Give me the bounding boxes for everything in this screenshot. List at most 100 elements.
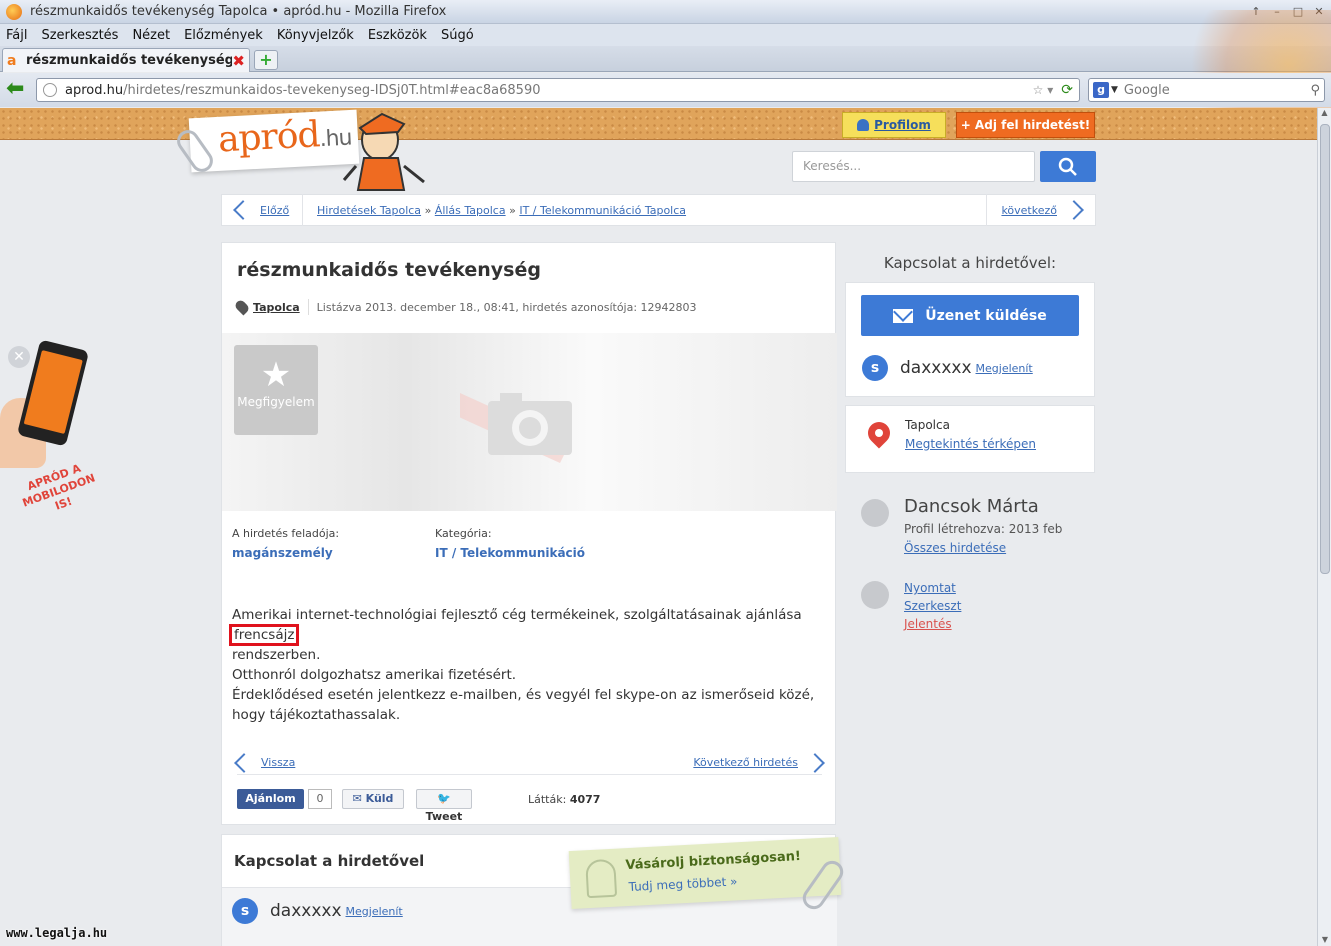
location-city: Tapolca: [905, 418, 950, 432]
category-value[interactable]: IT / Telekommunikáció: [435, 546, 585, 560]
page-scrollbar[interactable]: ▲ ▼: [1317, 108, 1331, 946]
site-search-button[interactable]: [1040, 151, 1096, 182]
facebook-like-button[interactable]: Ajánlom: [237, 789, 304, 809]
breadcrumb-item-jobs-tapolca[interactable]: Állás Tapolca: [435, 204, 506, 217]
flag-icon: [861, 581, 889, 609]
next-label: következő: [1001, 203, 1057, 217]
breadcrumb-item-ads-tapolca[interactable]: Hirdetések Tapolca: [317, 204, 421, 217]
highlighted-word: frencsájz: [228, 624, 300, 646]
desc-part1: Amerikai internet-technológiai fejlesztő…: [232, 607, 802, 623]
breadcrumb-item-it-telecom[interactable]: IT / Telekommunikáció Tapolca: [519, 204, 686, 217]
next-ad-link[interactable]: következő: [987, 200, 1095, 220]
skype-handle: daxxxxx: [900, 358, 972, 378]
skype-row: s daxxxxx Megjelenít: [232, 898, 403, 924]
breadcrumb-bar: Előző Hirdetések Tapolca » Állás Tapolca…: [221, 194, 1096, 226]
learn-more-link[interactable]: Tudj meg többet »: [628, 874, 738, 894]
search-icon[interactable]: ⚲: [1310, 83, 1320, 98]
breadcrumb-separator: »: [509, 203, 516, 217]
like-count: 0: [308, 789, 332, 809]
browser-search-input[interactable]: Google: [1124, 83, 1311, 98]
skype-row: s daxxxxx Megjelenít: [862, 355, 1033, 381]
menu-view[interactable]: Nézet: [132, 28, 170, 43]
print-link[interactable]: Nyomtat: [904, 581, 956, 595]
desc-line2: Otthonról dolgozhatsz amerikai fizetésér…: [232, 667, 517, 683]
next-ad-link[interactable]: Következő hirdetés: [693, 756, 798, 769]
watermark: www.legalja.hu: [6, 926, 108, 940]
close-icon[interactable]: ✕: [8, 346, 30, 368]
menu-file[interactable]: Fájl: [6, 28, 27, 43]
site-search-input[interactable]: Keresés...: [792, 151, 1035, 182]
report-link[interactable]: Jelentés: [904, 617, 952, 631]
map-pin-icon: [863, 417, 895, 449]
envelope-icon: [893, 308, 914, 323]
menu-tools[interactable]: Eszközök: [368, 28, 427, 43]
safe-person-icon: [585, 858, 618, 899]
contact-box: Üzenet küldése s daxxxxx Megjelenít: [845, 282, 1095, 397]
browser-search-bar[interactable]: g ▼ Google ⚲: [1088, 78, 1325, 102]
tweet-label: Tweet: [425, 810, 463, 823]
tweet-button[interactable]: 🐦 Tweet: [416, 789, 472, 823]
window-maximize-button[interactable]: □: [1289, 4, 1307, 20]
back-arrow-icon[interactable]: ⬅: [6, 78, 32, 101]
ad-listing-info: Listázva 2013. december 18., 08:41, hird…: [316, 300, 697, 314]
menu-edit[interactable]: Szerkesztés: [41, 28, 118, 43]
menu-help[interactable]: Súgó: [441, 28, 474, 43]
chevron-down-icon[interactable]: ▼: [1111, 85, 1118, 95]
watch-button[interactable]: ★ Megfigyelem: [234, 345, 318, 435]
edit-link[interactable]: Szerkeszt: [904, 599, 961, 613]
skype-icon: s: [232, 898, 258, 924]
new-tab-button[interactable]: +: [254, 50, 278, 70]
reload-icon[interactable]: ⟳: [1061, 82, 1073, 98]
site-identity-icon[interactable]: [43, 83, 57, 97]
scroll-thumb[interactable]: [1320, 124, 1330, 574]
ad-card: részmunkaidős tevékenység Tapolca Listáz…: [221, 242, 837, 825]
browser-tab[interactable]: a részmunkaidős tevékenység... ✖: [2, 48, 250, 72]
window-minimize-button[interactable]: –: [1268, 4, 1286, 20]
sidebar-heading: Kapcsolat a hirdetővel:: [883, 254, 1057, 272]
back-link[interactable]: Vissza: [261, 756, 295, 769]
safe-headline: Vásárolj biztonságosan!: [625, 848, 802, 874]
search-icon: [1058, 157, 1077, 176]
firefox-icon: [6, 3, 22, 20]
scroll-up-icon[interactable]: ▲: [1318, 108, 1331, 122]
view-on-map-link[interactable]: Megtekintés térképen: [905, 437, 1036, 451]
reveal-link[interactable]: Megjelenít: [346, 905, 403, 918]
send-message-button[interactable]: Üzenet küldése: [861, 295, 1079, 336]
ad-city-link[interactable]: Tapolca: [253, 301, 300, 314]
category-field: Kategória: IT / Telekommunikáció: [435, 527, 585, 560]
scroll-down-icon[interactable]: ▼: [1318, 935, 1331, 944]
web-page: apród.hu Profilom + Adj fel hirdetést! K…: [0, 108, 1317, 946]
close-tab-icon[interactable]: ✖: [232, 52, 245, 70]
menu-bookmarks[interactable]: Könyvjelzők: [277, 28, 354, 43]
profile-label: Profilom: [874, 118, 931, 132]
views-value: 4077: [569, 792, 601, 806]
desc-line3: Érdeklődésed esetén jelentkezz e-mailben…: [232, 687, 815, 723]
logo-main: apród: [217, 114, 321, 161]
ad-navigation: Vissza Következő hirdetés: [234, 751, 825, 775]
profile-created: Profil létrehozva: 2013 feb: [904, 522, 1063, 536]
url-bar[interactable]: aprod.hu/hirdetes/reszmunkaidos-tevekeny…: [36, 78, 1080, 102]
send-button[interactable]: ✉ Küld: [342, 789, 404, 809]
reveal-link[interactable]: Megjelenít: [976, 362, 1033, 375]
ad-description: Amerikai internet-technológiai fejlesztő…: [228, 605, 824, 725]
menu-history[interactable]: Előzmények: [184, 28, 263, 43]
bookmark-star-icon[interactable]: ☆ ▾: [1033, 83, 1054, 97]
prev-ad-link[interactable]: Előző: [222, 200, 302, 220]
site-logo[interactable]: apród.hu: [217, 113, 352, 161]
ad-photo-placeholder: ★ Megfigyelem: [222, 333, 837, 511]
window-close-button[interactable]: ✕: [1310, 4, 1328, 20]
profile-button[interactable]: Profilom: [842, 112, 946, 138]
seller-type-field: A hirdetés feladója: magánszemély: [232, 527, 339, 560]
arrow-right-icon: [1064, 200, 1084, 220]
divider: [307, 299, 309, 315]
tab-title: részmunkaidős tevékenység...: [26, 53, 233, 68]
all-ads-link[interactable]: Összes hirdetése: [904, 541, 1006, 555]
add-ad-button[interactable]: + Adj fel hirdetést!: [956, 112, 1095, 138]
mascot-icon: [342, 112, 425, 191]
seller-type-value[interactable]: magánszemély: [232, 546, 339, 560]
location-box: Tapolca Megtekintés térképen: [845, 405, 1095, 473]
aprod-favicon-icon: a: [7, 52, 17, 69]
google-icon[interactable]: g: [1093, 82, 1109, 98]
social-bar: Ajánlom 0 ✉ Küld 🐦 Tweet Látták: 4077: [237, 789, 601, 823]
window-up-icon[interactable]: ↑: [1247, 4, 1265, 20]
